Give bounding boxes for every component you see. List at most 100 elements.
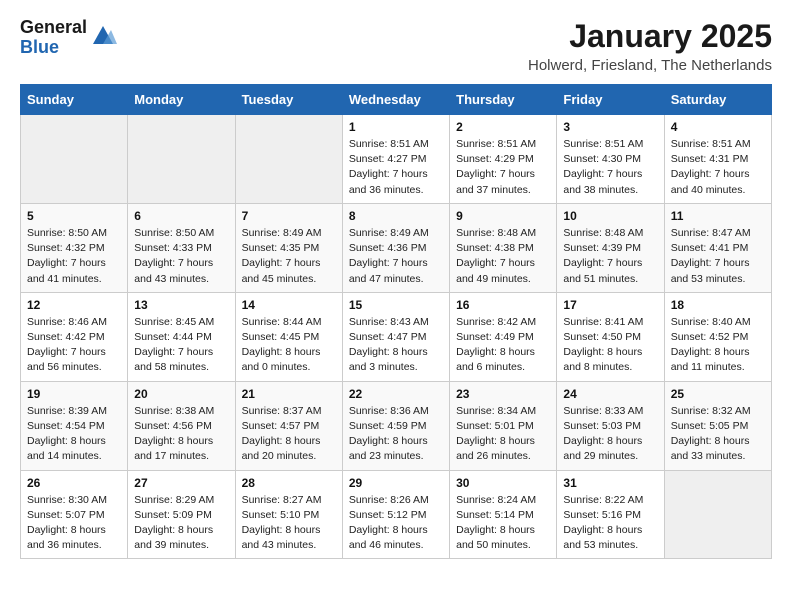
calendar-cell: 4 Sunrise: 8:51 AM Sunset: 4:31 PM Daylig…	[664, 115, 771, 204]
day-number: 13	[134, 298, 228, 312]
day-number: 10	[563, 209, 657, 223]
day-number: 21	[242, 387, 336, 401]
day-info: Sunrise: 8:37 AM Sunset: 4:57 PM Dayligh…	[242, 404, 336, 465]
location-title: Holwerd, Friesland, The Netherlands	[528, 57, 772, 74]
calendar-cell: 23 Sunrise: 8:34 AM Sunset: 5:01 PM Dayli…	[450, 381, 557, 470]
day-number: 18	[671, 298, 765, 312]
logo-icon	[89, 22, 117, 50]
day-info: Sunrise: 8:51 AM Sunset: 4:27 PM Dayligh…	[349, 137, 443, 198]
page: General Blue January 2025 Holwerd, Fries…	[0, 0, 792, 571]
day-info: Sunrise: 8:36 AM Sunset: 4:59 PM Dayligh…	[349, 404, 443, 465]
day-number: 1	[349, 120, 443, 134]
day-info: Sunrise: 8:32 AM Sunset: 5:05 PM Dayligh…	[671, 404, 765, 465]
day-number: 29	[349, 476, 443, 490]
day-number: 15	[349, 298, 443, 312]
day-number: 26	[27, 476, 121, 490]
calendar-cell: 19Sunrise: 8:39 AM Sunset: 4:54 PM Dayli…	[21, 381, 128, 470]
calendar-cell: 30 Sunrise: 8:24 AM Sunset: 5:14 PM Dayli…	[450, 470, 557, 559]
day-number: 25	[671, 387, 765, 401]
day-number: 9	[456, 209, 550, 223]
weekday-header-sunday: Sunday	[21, 85, 128, 115]
day-number: 6	[134, 209, 228, 223]
day-info: Sunrise: 8:24 AM Sunset: 5:14 PM Dayligh…	[456, 493, 550, 554]
day-number: 24	[563, 387, 657, 401]
calendar-cell: 22 Sunrise: 8:36 AM Sunset: 4:59 PM Dayli…	[342, 381, 449, 470]
day-number: 16	[456, 298, 550, 312]
day-info: Sunrise: 8:51 AM Sunset: 4:29 PM Dayligh…	[456, 137, 550, 198]
day-info: Sunrise: 8:47 AM Sunset: 4:41 PM Dayligh…	[671, 226, 765, 287]
day-info: Sunrise: 8:49 AM Sunset: 4:35 PM Dayligh…	[242, 226, 336, 287]
day-info: Sunrise: 8:38 AM Sunset: 4:56 PM Dayligh…	[134, 404, 228, 465]
day-info: Sunrise: 8:48 AM Sunset: 4:39 PM Dayligh…	[563, 226, 657, 287]
day-info: Sunrise: 8:30 AM Sunset: 5:07 PM Dayligh…	[27, 493, 121, 554]
calendar-cell: 28 Sunrise: 8:27 AM Sunset: 5:10 PM Dayli…	[235, 470, 342, 559]
calendar-cell: 29 Sunrise: 8:26 AM Sunset: 5:12 PM Dayli…	[342, 470, 449, 559]
day-info: Sunrise: 8:43 AM Sunset: 4:47 PM Dayligh…	[349, 315, 443, 376]
calendar-cell	[21, 115, 128, 204]
week-row-4: 19Sunrise: 8:39 AM Sunset: 4:54 PM Dayli…	[21, 381, 772, 470]
logo-general: General	[20, 18, 87, 38]
calendar-cell: 1 Sunrise: 8:51 AM Sunset: 4:27 PM Daylig…	[342, 115, 449, 204]
calendar-cell: 6Sunrise: 8:50 AM Sunset: 4:33 PM Daylig…	[128, 203, 235, 292]
day-info: Sunrise: 8:41 AM Sunset: 4:50 PM Dayligh…	[563, 315, 657, 376]
day-info: Sunrise: 8:29 AM Sunset: 5:09 PM Dayligh…	[134, 493, 228, 554]
calendar-cell: 20Sunrise: 8:38 AM Sunset: 4:56 PM Dayli…	[128, 381, 235, 470]
calendar-cell: 31 Sunrise: 8:22 AM Sunset: 5:16 PM Dayli…	[557, 470, 664, 559]
calendar-cell: 25 Sunrise: 8:32 AM Sunset: 5:05 PM Dayli…	[664, 381, 771, 470]
day-info: Sunrise: 8:46 AM Sunset: 4:42 PM Dayligh…	[27, 315, 121, 376]
day-info: Sunrise: 8:26 AM Sunset: 5:12 PM Dayligh…	[349, 493, 443, 554]
day-info: Sunrise: 8:45 AM Sunset: 4:44 PM Dayligh…	[134, 315, 228, 376]
day-number: 19	[27, 387, 121, 401]
day-number: 23	[456, 387, 550, 401]
calendar: SundayMondayTuesdayWednesdayThursdayFrid…	[20, 84, 772, 559]
day-number: 30	[456, 476, 550, 490]
calendar-cell: 15 Sunrise: 8:43 AM Sunset: 4:47 PM Dayli…	[342, 292, 449, 381]
logo: General Blue	[20, 18, 117, 58]
calendar-cell: 17Sunrise: 8:41 AM Sunset: 4:50 PM Dayli…	[557, 292, 664, 381]
calendar-cell	[235, 115, 342, 204]
calendar-cell: 8Sunrise: 8:49 AM Sunset: 4:36 PM Daylig…	[342, 203, 449, 292]
calendar-cell	[128, 115, 235, 204]
day-number: 11	[671, 209, 765, 223]
day-number: 28	[242, 476, 336, 490]
calendar-cell: 9Sunrise: 8:48 AM Sunset: 4:38 PM Daylig…	[450, 203, 557, 292]
day-info: Sunrise: 8:22 AM Sunset: 5:16 PM Dayligh…	[563, 493, 657, 554]
week-row-3: 12 Sunrise: 8:46 AM Sunset: 4:42 PM Dayli…	[21, 292, 772, 381]
calendar-cell: 26 Sunrise: 8:30 AM Sunset: 5:07 PM Dayli…	[21, 470, 128, 559]
day-info: Sunrise: 8:51 AM Sunset: 4:30 PM Dayligh…	[563, 137, 657, 198]
day-info: Sunrise: 8:27 AM Sunset: 5:10 PM Dayligh…	[242, 493, 336, 554]
calendar-cell: 12 Sunrise: 8:46 AM Sunset: 4:42 PM Dayli…	[21, 292, 128, 381]
weekday-header-tuesday: Tuesday	[235, 85, 342, 115]
day-info: Sunrise: 8:33 AM Sunset: 5:03 PM Dayligh…	[563, 404, 657, 465]
weekday-header-wednesday: Wednesday	[342, 85, 449, 115]
calendar-cell: 2 Sunrise: 8:51 AM Sunset: 4:29 PM Daylig…	[450, 115, 557, 204]
month-title: January 2025	[528, 18, 772, 55]
day-info: Sunrise: 8:34 AM Sunset: 5:01 PM Dayligh…	[456, 404, 550, 465]
day-info: Sunrise: 8:51 AM Sunset: 4:31 PM Dayligh…	[671, 137, 765, 198]
day-number: 12	[27, 298, 121, 312]
day-number: 27	[134, 476, 228, 490]
weekday-header-monday: Monday	[128, 85, 235, 115]
day-number: 2	[456, 120, 550, 134]
day-number: 22	[349, 387, 443, 401]
header: General Blue January 2025 Holwerd, Fries…	[20, 18, 772, 74]
calendar-cell: 21 Sunrise: 8:37 AM Sunset: 4:57 PM Dayli…	[235, 381, 342, 470]
calendar-cell: 14Sunrise: 8:44 AM Sunset: 4:45 PM Dayli…	[235, 292, 342, 381]
day-number: 31	[563, 476, 657, 490]
day-number: 7	[242, 209, 336, 223]
title-block: January 2025 Holwerd, Friesland, The Net…	[528, 18, 772, 74]
weekday-header-friday: Friday	[557, 85, 664, 115]
day-number: 8	[349, 209, 443, 223]
day-number: 5	[27, 209, 121, 223]
weekday-header-row: SundayMondayTuesdayWednesdayThursdayFrid…	[21, 85, 772, 115]
calendar-cell: 7 Sunrise: 8:49 AM Sunset: 4:35 PM Daylig…	[235, 203, 342, 292]
day-number: 4	[671, 120, 765, 134]
calendar-cell: 11 Sunrise: 8:47 AM Sunset: 4:41 PM Dayli…	[664, 203, 771, 292]
calendar-cell: 13 Sunrise: 8:45 AM Sunset: 4:44 PM Dayli…	[128, 292, 235, 381]
calendar-cell: 3Sunrise: 8:51 AM Sunset: 4:30 PM Daylig…	[557, 115, 664, 204]
calendar-cell: 10 Sunrise: 8:48 AM Sunset: 4:39 PM Dayli…	[557, 203, 664, 292]
week-row-2: 5Sunrise: 8:50 AM Sunset: 4:32 PM Daylig…	[21, 203, 772, 292]
calendar-cell: 27 Sunrise: 8:29 AM Sunset: 5:09 PM Dayli…	[128, 470, 235, 559]
week-row-1: 1 Sunrise: 8:51 AM Sunset: 4:27 PM Daylig…	[21, 115, 772, 204]
weekday-header-saturday: Saturday	[664, 85, 771, 115]
